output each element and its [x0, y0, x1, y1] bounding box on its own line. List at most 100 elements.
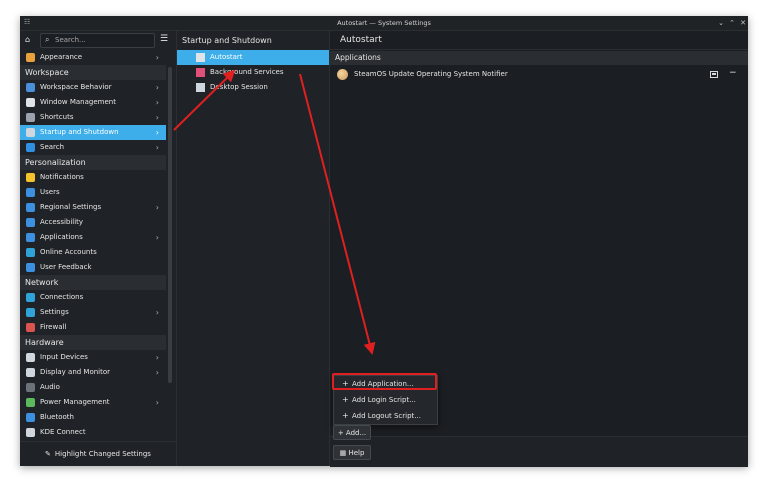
applications-section-header: Applications — [330, 51, 748, 65]
close-icon[interactable]: ✕ — [738, 18, 748, 28]
chevron-right-icon: › — [155, 53, 159, 62]
sidebar-item-firewall[interactable]: Firewall — [20, 320, 166, 335]
category-column: Startup and Shutdown Autostart Background… — [177, 31, 330, 466]
sidebar-nav: Appearance › Workspace Workspace Behavior › W… — [20, 50, 166, 440]
sidebar-item-accessibility[interactable]: Accessibility — [20, 215, 166, 230]
search-icon: ⌕ — [45, 35, 50, 44]
category-item-label: Desktop Session — [210, 83, 268, 91]
firewall-icon — [26, 323, 35, 332]
sidebar-item-appearance[interactable]: Appearance › — [20, 50, 166, 65]
help-button[interactable]: ▦ Help — [333, 445, 371, 460]
autostart-entry-label: SteamOS Update Operating System Notifier — [354, 70, 508, 78]
sidebar-item-regional-settings[interactable]: Regional Settings › — [20, 200, 166, 215]
sidebar-item-label: Online Accounts — [40, 248, 97, 256]
remove-icon[interactable]: − — [729, 68, 737, 78]
footer-bar — [330, 436, 748, 467]
chevron-right-icon: › — [155, 83, 159, 92]
sidebar-item-power-management[interactable]: Power Management › — [20, 395, 166, 410]
maximize-icon[interactable]: ⌃ — [727, 18, 737, 28]
sidebar-item-bluetooth[interactable]: Bluetooth — [20, 410, 166, 425]
highlight-changed-settings-button[interactable]: ✎ Highlight Changed Settings — [20, 441, 176, 466]
search-icon — [26, 143, 35, 152]
sidebar-item-applications[interactable]: Applications › — [20, 230, 166, 245]
chevron-right-icon: › — [155, 98, 159, 107]
sidebar-item-display-and-monitor[interactable]: Display and Monitor › — [20, 365, 166, 380]
add-login-script-item[interactable]: + Add Login Script... — [334, 392, 437, 408]
add-logout-script-item[interactable]: + Add Logout Script... — [334, 408, 437, 424]
plus-icon: + — [337, 429, 346, 437]
sidebar-item-label: User Feedback — [40, 263, 92, 271]
sidebar-item-label: KDE Connect — [40, 428, 86, 436]
category-item-autostart[interactable]: Autostart — [177, 50, 329, 65]
sidebar-item-audio[interactable]: Audio — [20, 380, 166, 395]
category-item-background-services[interactable]: Background Services — [177, 65, 329, 80]
chevron-right-icon: › — [155, 143, 159, 152]
sidebar-item-label: Bluetooth — [40, 413, 74, 421]
sidebar-item-user-feedback[interactable]: User Feedback — [20, 260, 166, 275]
sidebar-item-users[interactable]: Users — [20, 185, 166, 200]
sidebar-item-notifications[interactable]: Notifications — [20, 170, 166, 185]
properties-icon[interactable] — [710, 71, 718, 78]
sidebar-item-workspace-behavior[interactable]: Workspace Behavior › — [20, 80, 166, 95]
sidebar-item-label: Notifications — [40, 173, 84, 181]
sidebar-item-connections[interactable]: Connections — [20, 290, 166, 305]
window-title: Autostart — System Settings — [337, 19, 431, 27]
plus-icon: + — [342, 395, 349, 404]
bluetooth-icon — [26, 413, 35, 422]
notifications-icon — [26, 173, 35, 182]
sidebar-item-label: Shortcuts — [40, 113, 74, 121]
sidebar-item-startup-and-shutdown[interactable]: Startup and Shutdown › — [20, 125, 166, 140]
accessibility-icon — [26, 218, 35, 227]
home-icon[interactable]: ⌂ — [25, 35, 35, 45]
autostart-entry[interactable]: SteamOS Update Operating System Notifier… — [330, 67, 748, 83]
sidebar-item-shortcuts[interactable]: Shortcuts › — [20, 110, 166, 125]
sidebar-item-online-accounts[interactable]: Online Accounts — [20, 245, 166, 260]
sidebar: ⌂ ⌕ ☰ Appearance›WorkspaceWorkspace Beha… — [20, 31, 177, 466]
help-button-label: Help — [348, 449, 365, 457]
sidebar-item-label: Search — [40, 143, 65, 151]
sidebar-item-label: Startup and Shutdown — [40, 128, 119, 136]
page-title: Autostart — [330, 31, 748, 50]
shortcuts-icon — [26, 113, 35, 122]
connections-icon — [26, 293, 35, 302]
kde-connect-icon — [26, 428, 35, 437]
hamburger-menu-icon[interactable]: ☰ — [160, 35, 168, 44]
sidebar-item-label: Users — [40, 188, 60, 196]
sidebar-item-label: Display and Monitor — [40, 368, 111, 376]
sidebar-item-kde-connect[interactable]: KDE Connect — [20, 425, 166, 440]
category-item-desktop-session[interactable]: Desktop Session — [177, 80, 329, 95]
sidebar-item-label: Window Management — [40, 98, 116, 106]
regional-settings-icon — [26, 203, 35, 212]
input-devices-icon — [26, 353, 35, 362]
add-button[interactable]: + Add... — [333, 425, 371, 440]
autostart-icon — [196, 53, 205, 62]
sidebar-item-input-devices[interactable]: Input Devices › — [20, 350, 166, 365]
window-management-icon — [26, 98, 35, 107]
online-accounts-icon — [26, 248, 35, 257]
title-bar: ☷ Autostart — System Settings ⌄ ⌃ ✕ — [20, 16, 748, 31]
section-header: Hardware — [20, 335, 166, 350]
category-item-label: Autostart — [210, 53, 243, 61]
sidebar-item-label: Settings — [40, 308, 69, 316]
system-settings-window: ☷ Autostart — System Settings ⌄ ⌃ ✕ ⌂ ⌕ … — [20, 16, 748, 467]
search-field[interactable]: ⌕ — [40, 33, 155, 48]
minimize-icon[interactable]: ⌄ — [716, 18, 726, 28]
sidebar-item-label: Accessibility — [40, 218, 84, 226]
chevron-right-icon: › — [155, 203, 159, 212]
chevron-right-icon: › — [155, 368, 159, 377]
search-input[interactable] — [55, 35, 150, 45]
sidebar-item-label: Power Management — [40, 398, 110, 406]
sidebar-item-search[interactable]: Search › — [20, 140, 166, 155]
add-button-label: Add... — [345, 429, 367, 437]
applications-icon — [26, 233, 35, 242]
startup-and-shutdown-icon — [26, 128, 35, 137]
sidebar-item-window-management[interactable]: Window Management › — [20, 95, 166, 110]
sidebar-item-settings[interactable]: Settings › — [20, 305, 166, 320]
settings-icon — [26, 308, 35, 317]
sidebar-item-label: Workspace Behavior — [40, 83, 112, 91]
appearance-icon — [26, 53, 35, 62]
category-list: Autostart Background Services Desktop Sess… — [177, 50, 329, 95]
highlight-label: Highlight Changed Settings — [54, 450, 151, 458]
section-header: Personalization — [20, 155, 166, 170]
sidebar-scrollbar[interactable] — [168, 67, 172, 383]
